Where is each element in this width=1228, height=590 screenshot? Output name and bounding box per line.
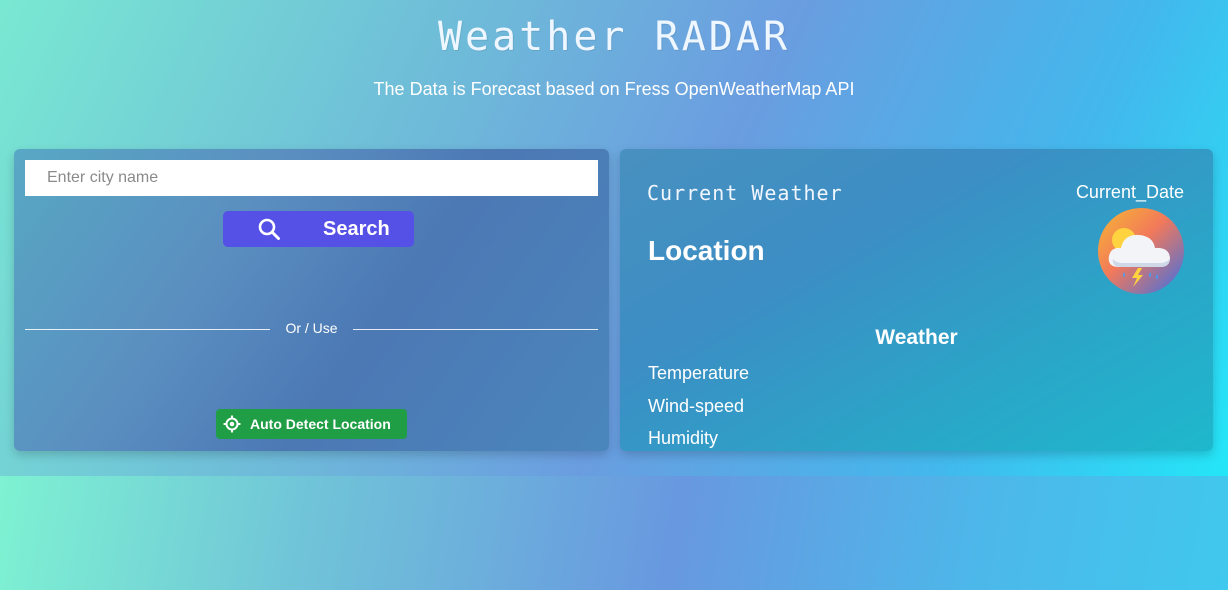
weather-section-title: Weather <box>875 326 958 349</box>
page-title: Weather RADAR <box>437 14 791 60</box>
wind-speed-label: Wind-speed <box>648 396 745 416</box>
search-button-label: Search <box>323 218 390 240</box>
divider-right <box>353 329 598 330</box>
city-search-input[interactable] <box>25 160 598 196</box>
page-subtitle: The Data is Forecast based on Fress Open… <box>373 79 855 99</box>
current-weather-heading: Current Weather <box>647 181 843 205</box>
app-container: Weather RADAR The Data is Forecast based… <box>0 0 1228 476</box>
divider-text: Or / Use <box>285 320 338 336</box>
divider-left <box>25 329 270 330</box>
thunderstorm-cloud-icon <box>1097 207 1185 295</box>
search-button[interactable]: Search <box>223 211 414 247</box>
crosshair-icon <box>223 415 241 433</box>
temperature-label: Temperature <box>648 363 750 383</box>
search-icon <box>258 218 280 240</box>
page-background <box>0 476 1228 590</box>
auto-detect-location-button[interactable]: Auto Detect Location <box>216 409 407 439</box>
current-date: Current_Date <box>1075 182 1184 202</box>
location-name: Location <box>648 235 765 266</box>
search-panel: Search Or / Use Auto Detect Location <box>14 149 609 451</box>
humidity-label: Humidity <box>648 428 719 448</box>
auto-detect-label: Auto Detect Location <box>250 416 391 432</box>
weather-panel: Current Weather Current_Date Location We… <box>620 149 1213 451</box>
